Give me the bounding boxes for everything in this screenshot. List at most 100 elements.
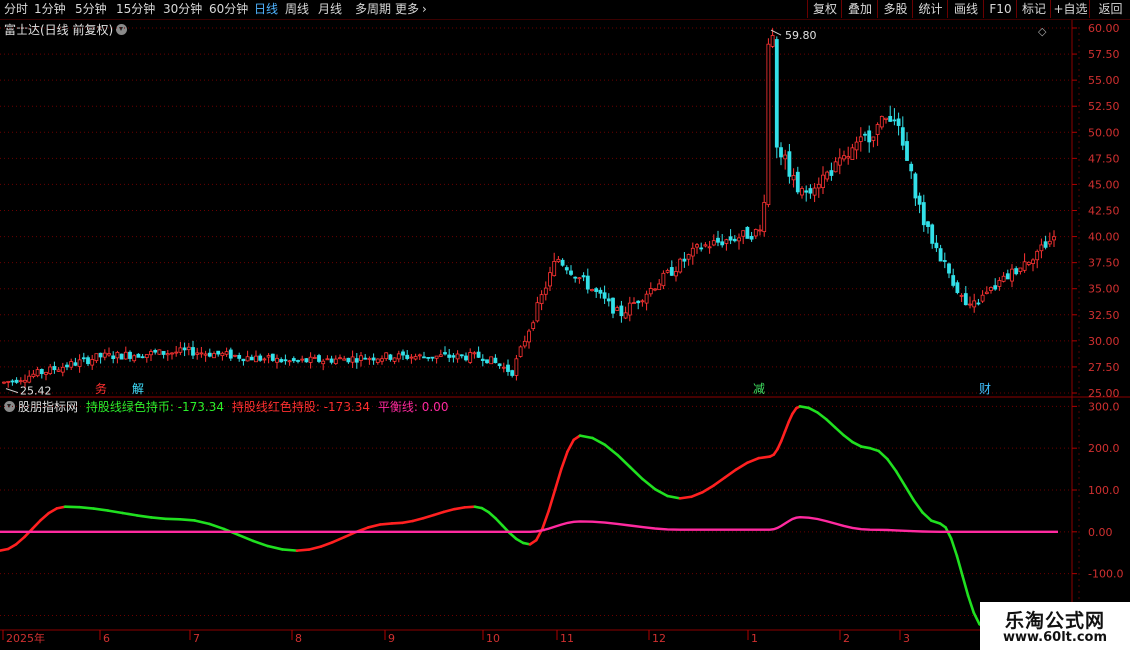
- candle-body: [930, 224, 935, 244]
- candle-body: [392, 357, 397, 362]
- candle-body: [485, 359, 489, 364]
- indicator-tick-label: -100.0: [1088, 568, 1123, 581]
- indicator-main-segment: [894, 470, 907, 488]
- time-label: 3: [903, 632, 910, 645]
- toolbar-button-4[interactable]: 画线: [947, 0, 984, 18]
- candle-body: [144, 354, 149, 359]
- candle-body: [308, 356, 313, 363]
- time-label: 10: [486, 632, 500, 645]
- indicator-main-segment: [534, 527, 544, 542]
- candle-body: [35, 369, 40, 377]
- candle-body: [833, 161, 838, 173]
- candle-body: [917, 195, 922, 205]
- period-tab-9[interactable]: 多周期: [355, 1, 391, 17]
- indicator-main-segment: [6, 542, 18, 551]
- indicator-main-segment: [251, 539, 270, 548]
- indicator-main-segment: [757, 455, 772, 460]
- indicator-main-segment: [972, 611, 981, 626]
- candle-body: [506, 364, 510, 372]
- chart-canvas[interactable]: 59.8025.42 务解减财 60.0057.5055.0052.5050.0…: [0, 0, 1130, 650]
- candle-body: [329, 358, 334, 363]
- candle-body: [934, 242, 939, 249]
- indicator-main-segment: [641, 477, 657, 491]
- period-tab-7[interactable]: 周线: [285, 1, 309, 17]
- indicator-main-segment: [616, 453, 632, 469]
- toolbar-button-8[interactable]: 返回: [1089, 0, 1130, 18]
- candle-body: [1014, 268, 1019, 275]
- candle-body: [989, 287, 993, 291]
- indicator-main-segment: [23, 527, 34, 539]
- candle-body: [703, 244, 708, 247]
- toolbar-button-7[interactable]: +自选: [1050, 0, 1090, 18]
- period-tab-0[interactable]: 分时: [4, 1, 28, 17]
- indicator-dropdown-icon[interactable]: [4, 401, 15, 412]
- candle-body: [821, 174, 825, 188]
- watermark-url: www.60lt.com: [1002, 630, 1108, 645]
- price-tick-label: 42.50: [1088, 205, 1120, 218]
- indicator-main-segment: [938, 522, 947, 529]
- candle-body: [1010, 268, 1014, 282]
- candle-body: [447, 354, 452, 358]
- toolbar-button-1[interactable]: 叠加: [841, 0, 878, 18]
- indicator-main-segment: [378, 522, 394, 526]
- candle-body: [984, 291, 989, 294]
- candle-body: [237, 354, 242, 359]
- price-tick-label: 60.00: [1088, 22, 1120, 35]
- toolbar-button-5[interactable]: F10: [983, 0, 1017, 18]
- candle-body: [136, 353, 141, 358]
- candle-body: [413, 356, 418, 360]
- candle-body: [972, 300, 977, 308]
- indicator-main-segment: [791, 406, 798, 416]
- candle-body: [86, 357, 90, 365]
- period-tab-6[interactable]: 日线: [254, 1, 278, 17]
- candle-body: [266, 355, 271, 358]
- candle-body: [60, 366, 65, 373]
- indicator-main-segment: [401, 519, 415, 525]
- indicator-main-segment: [501, 524, 511, 535]
- price-tick-label: 50.00: [1088, 126, 1120, 139]
- indicator-main-segment: [783, 420, 791, 433]
- period-tab-3[interactable]: 15分钟: [116, 1, 155, 17]
- candle-body: [73, 362, 78, 366]
- indicator-main-segment: [768, 453, 776, 458]
- toolbar-button-3[interactable]: 统计: [912, 0, 948, 18]
- candle-body: [720, 241, 725, 246]
- candle-body: [829, 170, 834, 176]
- candle-body: [921, 202, 926, 226]
- candle-body: [913, 173, 918, 199]
- candle-body: [888, 115, 893, 122]
- indicator-main-segment: [712, 476, 727, 487]
- candle-body: [514, 358, 519, 376]
- min-price-label: 25.42: [20, 385, 52, 398]
- indicator-main-segment: [452, 506, 466, 511]
- candle-body: [39, 369, 44, 375]
- period-tab-5[interactable]: 60分钟: [209, 1, 248, 17]
- candle-body: [716, 237, 720, 243]
- toolbar-button-6[interactable]: 标记: [1016, 0, 1051, 18]
- candle-body: [363, 357, 368, 360]
- indicator-line1-label: 持股线绿色持币: -173.34: [85, 400, 225, 414]
- price-tick-label: 30.00: [1088, 335, 1120, 348]
- indicator-line2-label: 持股线红色持股: -173.34: [231, 400, 371, 414]
- candle-body: [65, 364, 69, 368]
- period-tab-10[interactable]: 更多 ›: [395, 1, 427, 17]
- candle-body: [791, 175, 796, 181]
- candle-body: [749, 235, 754, 240]
- indicator-main-segment: [955, 554, 964, 578]
- period-tab-2[interactable]: 5分钟: [75, 1, 107, 17]
- period-tab-1[interactable]: 1分钟: [34, 1, 66, 17]
- candle-body: [539, 294, 544, 305]
- candle-body: [728, 236, 733, 241]
- time-label: 9: [388, 632, 395, 645]
- indicator-main-segment: [949, 537, 959, 558]
- candle-body: [766, 43, 771, 206]
- candle-body: [774, 39, 779, 148]
- toolbar-button-0[interactable]: 复权: [807, 0, 842, 18]
- dropdown-circle-icon[interactable]: [116, 24, 128, 35]
- toolbar-button-2[interactable]: 多股: [877, 0, 913, 18]
- period-tab-4[interactable]: 30分钟: [163, 1, 202, 17]
- candle-body: [115, 352, 120, 359]
- indicator-main-segment: [487, 510, 497, 520]
- period-tab-8[interactable]: 月线: [318, 1, 342, 17]
- indicator-main-segment: [944, 526, 953, 541]
